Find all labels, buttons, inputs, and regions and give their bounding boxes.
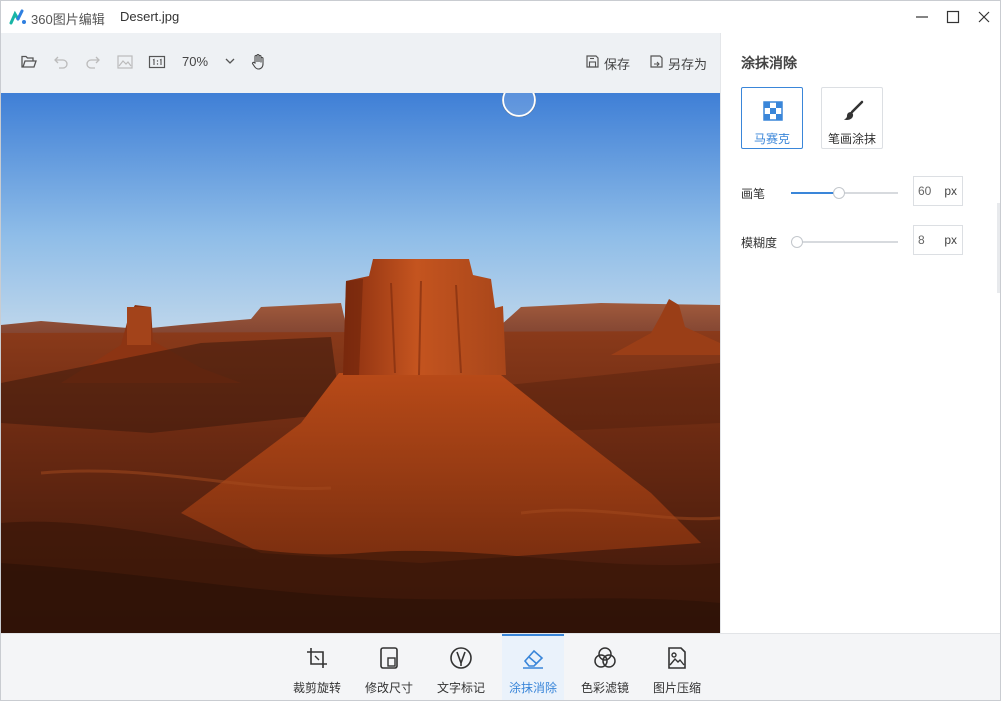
actual-size-icon[interactable]: [147, 52, 167, 72]
maximize-icon: [946, 10, 960, 24]
brush-smear-mode-button[interactable]: 笔画涂抹: [821, 87, 883, 149]
slider-fill: [791, 192, 839, 194]
tool-label: 图片压缩: [652, 681, 701, 695]
save-button[interactable]: 保存: [585, 51, 635, 73]
brush-size-value: 60: [918, 184, 932, 198]
mosaic-label: 马赛克: [753, 132, 790, 146]
resize-icon: [380, 647, 398, 669]
hand-pan-icon[interactable]: [248, 52, 268, 72]
image-icon[interactable]: [115, 52, 135, 72]
redo-icon[interactable]: [83, 52, 103, 72]
tool-label: 涂抹消除: [508, 681, 557, 695]
tool-label: 修改尺寸: [364, 681, 413, 695]
brush-smear-label: 笔画涂抹: [827, 132, 876, 146]
blur-field[interactable]: 8 px: [913, 225, 963, 255]
tool-resize[interactable]: 修改尺寸: [358, 634, 420, 700]
slider-track: [791, 241, 898, 243]
top-toolbar: 70% 保存 另存为: [1, 33, 720, 93]
slider-knob[interactable]: [833, 187, 845, 199]
save-as-button[interactable]: 另存为: [649, 51, 711, 73]
maximize-button[interactable]: [938, 5, 968, 29]
bottom-toolbar: 裁剪旋转 修改尺寸 文字标记 涂抹消除 色彩滤镜 图片压缩: [1, 633, 1000, 700]
crop-rotate-icon: [307, 648, 327, 668]
panel-title: 涂抹消除: [741, 55, 797, 71]
save-icon: [586, 55, 599, 68]
blur-label: 模糊度: [741, 236, 778, 250]
save-as-icon: [650, 55, 663, 68]
save-as-label: 另存为: [668, 57, 708, 72]
title-bar: 360图片编辑 Desert.jpg: [1, 1, 1000, 33]
app-name: 360图片编辑: [31, 12, 105, 27]
brush-size-unit: px: [944, 184, 957, 198]
erase-panel: 涂抹消除 马赛克 笔画涂抹 画笔 60 px 模糊度 8 px: [720, 33, 1000, 633]
close-button[interactable]: [969, 5, 999, 29]
minimize-button[interactable]: [907, 5, 937, 29]
undo-icon[interactable]: [51, 52, 71, 72]
file-name: Desert.jpg: [120, 9, 180, 24]
panel-scroll-edge[interactable]: [997, 203, 1000, 293]
mosaic-icon: [763, 101, 783, 121]
zoom-level[interactable]: 70%: [182, 54, 208, 69]
tool-color-filter[interactable]: 色彩滤镜: [574, 634, 636, 700]
tool-text-mark[interactable]: 文字标记: [430, 634, 492, 700]
app-window: 360图片编辑 Desert.jpg 70% 保存 另存为 涂抹消除 马赛克 笔…: [0, 0, 1001, 701]
save-label: 保存: [604, 57, 631, 72]
minimize-icon: [916, 16, 928, 18]
brush-size-slider[interactable]: [791, 186, 898, 200]
blur-slider[interactable]: [791, 235, 898, 249]
image-canvas[interactable]: [1, 93, 720, 633]
app-logo-icon: [9, 9, 26, 25]
circle-brush-cursor: [502, 93, 536, 117]
tool-label: 色彩滤镜: [580, 681, 629, 695]
brush-size-field[interactable]: 60 px: [913, 176, 963, 206]
tool-erase[interactable]: 涂抹消除: [502, 634, 564, 700]
close-icon: [978, 11, 990, 23]
tool-label: 裁剪旋转: [292, 681, 341, 695]
mosaic-mode-button[interactable]: 马赛克: [741, 87, 803, 149]
text-mark-icon: [450, 647, 472, 669]
blur-unit: px: [944, 233, 957, 247]
slider-knob[interactable]: [791, 236, 803, 248]
chevron-down-icon[interactable]: [224, 55, 236, 67]
blur-value: 8: [918, 233, 925, 247]
tool-compress[interactable]: 图片压缩: [646, 634, 708, 700]
color-filter-icon: [594, 647, 616, 668]
compress-image-icon: [668, 647, 686, 669]
tool-crop-rotate[interactable]: 裁剪旋转: [286, 634, 348, 700]
brush-size-label: 画笔: [741, 187, 766, 201]
brush-icon: [844, 100, 864, 120]
folder-open-icon[interactable]: [19, 52, 39, 72]
tool-label: 文字标记: [436, 681, 485, 695]
desert-buttes-photo: [1, 93, 720, 633]
eraser-icon: [523, 649, 544, 669]
